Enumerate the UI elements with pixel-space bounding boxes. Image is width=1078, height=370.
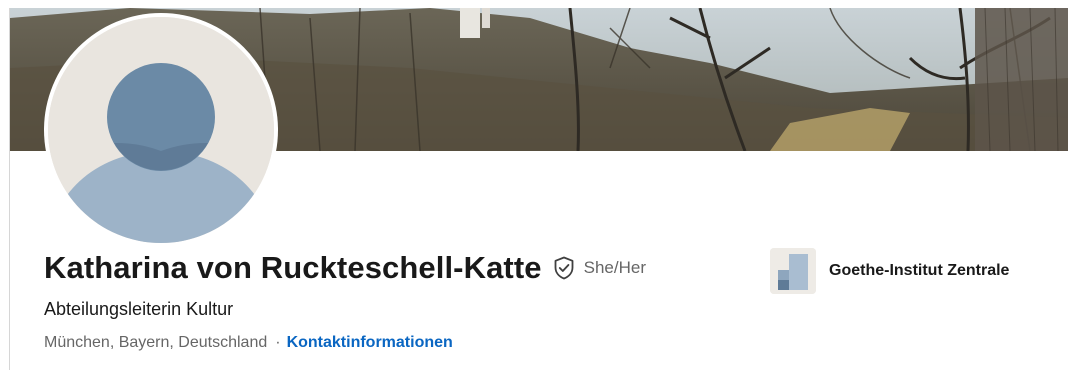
- pronouns: She/Her: [583, 258, 646, 277]
- contact-info-link[interactable]: Kontaktinformationen: [287, 334, 453, 351]
- location-row: München, Bayern, Deutschland · Kontaktinfo…: [44, 334, 453, 352]
- profile-photo[interactable]: [44, 13, 278, 247]
- verified-shield-icon[interactable]: [552, 255, 576, 281]
- profile-headline: Abteilungsleiterin Kultur: [44, 299, 234, 319]
- organization-name: Goethe-Institut Zentrale: [829, 262, 1010, 279]
- separator-dot: ·: [275, 334, 281, 351]
- profile-card: Katharina von Ruckteschell-Katte She/Her…: [0, 0, 1078, 370]
- current-organization[interactable]: Goethe-Institut Zentrale: [770, 248, 1009, 294]
- company-logo-icon: [770, 248, 816, 294]
- default-avatar-icon: [48, 17, 274, 243]
- name-row: Katharina von Ruckteschell-Katte She/Her: [44, 248, 646, 288]
- profile-name: Katharina von Ruckteschell-Katte: [44, 250, 542, 285]
- profile-location: München, Bayern, Deutschland: [44, 334, 268, 351]
